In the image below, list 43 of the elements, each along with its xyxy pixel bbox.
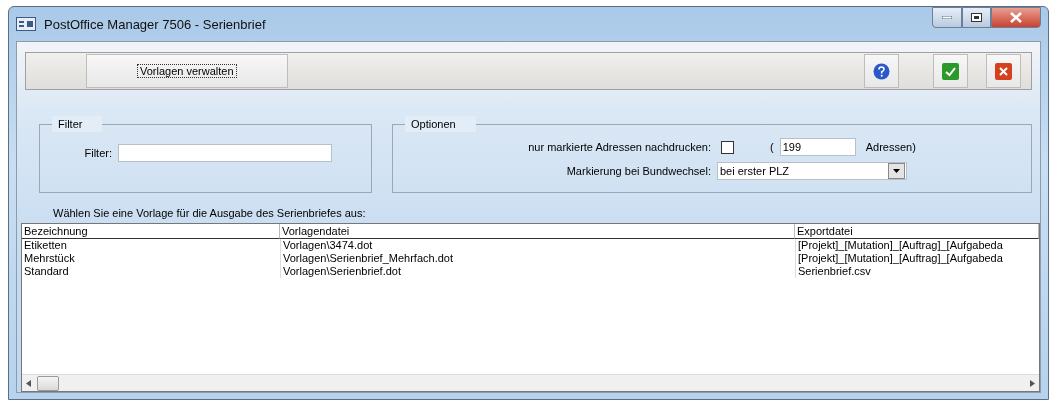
scroll-right-icon[interactable]: [1030, 379, 1035, 387]
table-cell: [Projekt]_[Mutation]_[Auftrag]_[Aufgabeda: [795, 239, 1039, 252]
column-header[interactable]: Bezeichnung: [22, 224, 280, 239]
confirm-button[interactable]: [933, 54, 968, 88]
reprint-checkbox[interactable]: [721, 140, 734, 154]
field-label: Markierung bei Bundwechsel:: [565, 165, 711, 177]
table-cell: Vorlagen\Serienbrief.dot: [280, 265, 795, 278]
close-button[interactable]: [991, 7, 1041, 28]
caret-icon: [893, 169, 900, 173]
check-icon: [942, 62, 959, 80]
horizontal-scrollbar[interactable]: [22, 374, 1039, 391]
scrollbar-thumb[interactable]: [37, 375, 59, 391]
filter-field[interactable]: [118, 144, 332, 162]
table-cell-text: Standard: [23, 265, 70, 278]
scroll-left-icon[interactable]: [26, 379, 31, 387]
table-cell: Serienbrief.csv: [795, 265, 1039, 278]
help-button[interactable]: [864, 54, 899, 88]
cancel-button[interactable]: [986, 54, 1021, 88]
column-header[interactable]: Vorlagendatei: [280, 224, 795, 239]
group-title: Filter: [52, 116, 103, 132]
maximize-icon: [971, 13, 982, 22]
field-label: Filter:: [83, 147, 112, 159]
minimize-icon: [942, 16, 952, 19]
window-title: PostOffice Manager 7506 - Serienbrief: [44, 16, 267, 32]
address-count-field[interactable]: 199: [779, 138, 856, 156]
table-cell: Vorlagen\3474.dot: [280, 239, 795, 252]
close-icon: [1009, 12, 1023, 23]
field-label: Adressen): [865, 141, 916, 153]
column-header[interactable]: Exportdatei: [795, 224, 1039, 239]
app-icon: [16, 17, 36, 31]
table-cell: Vorlagen\Serienbrief_Mehrfach.dot: [280, 252, 795, 265]
help-icon: [873, 62, 890, 80]
field-label: nur markierte Adressen nachdrucken:: [527, 141, 711, 153]
group-title: Optionen: [405, 116, 476, 132]
maximize-button[interactable]: [962, 7, 991, 28]
manage-templates-button[interactable]: Vorlagen verwalten: [86, 54, 288, 88]
table-cell-text: Etiketten: [23, 239, 68, 252]
marking-dropdown[interactable]: bei erster PLZ: [717, 162, 907, 180]
table-cell: [Projekt]_[Mutation]_[Auftrag]_[Aufgabeda: [795, 252, 1039, 265]
close-icon: [995, 62, 1012, 80]
bracket-text: (: [770, 141, 774, 153]
instruction-text: Wählen Sie eine Vorlage für die Ausgabe des Serienbriefes aus:: [53, 207, 367, 219]
table-cell-text: Mehrstück: [23, 252, 76, 265]
